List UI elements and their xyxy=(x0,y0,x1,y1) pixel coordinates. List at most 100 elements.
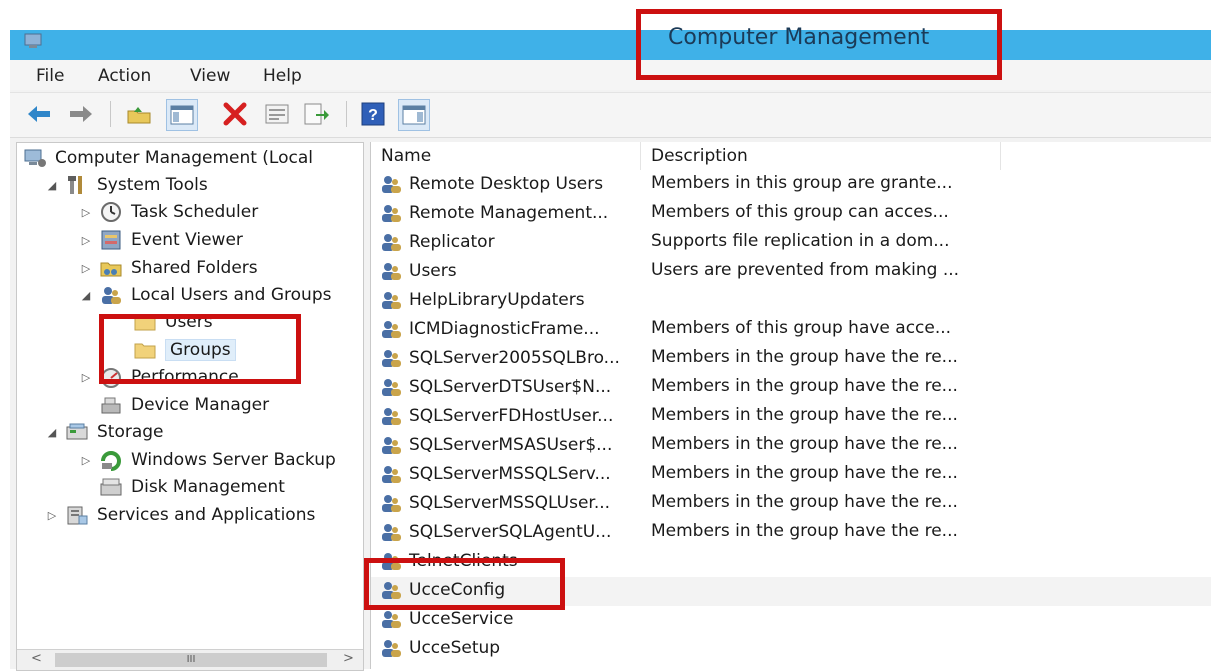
table-row[interactable]: Users Users are prevented from making ... xyxy=(371,258,1211,287)
tree-item-disk-management[interactable]: Disk Management xyxy=(99,474,285,500)
expand-arrow-icon[interactable]: ▷ xyxy=(45,509,59,522)
cell-description: Members of this group can acces... xyxy=(651,202,949,222)
table-row[interactable]: ICMDiagnosticFrame... Members of this gro… xyxy=(371,316,1211,345)
tree-item-shared-folders[interactable]: ▷ Shared Folders xyxy=(79,255,258,281)
forward-button[interactable] xyxy=(66,99,96,129)
tree-item-services-and-applications[interactable]: ▷ Services and Applications xyxy=(45,502,316,528)
up-folder-icon xyxy=(127,107,151,124)
highlight-box-title xyxy=(636,9,1002,80)
scroll-right-arrow[interactable]: > xyxy=(343,651,354,666)
cell-name: SQLServerSQLAgentU... xyxy=(379,521,641,543)
cell-name: SQLServerDTSUser$N... xyxy=(379,376,641,398)
event-viewer-icon xyxy=(99,229,123,251)
collapse-arrow-icon[interactable]: ◢ xyxy=(79,289,93,302)
computer-management-window: Computer Management File Action View Hel… xyxy=(10,9,1211,671)
desktop-edge xyxy=(0,0,10,669)
tree-label: Services and Applications xyxy=(97,505,316,525)
menu-view[interactable]: View xyxy=(190,66,230,86)
cell-name: HelpLibraryUpdaters xyxy=(379,289,641,311)
column-header-description[interactable]: Description xyxy=(641,142,1001,170)
group-name: SQLServerMSSQLServ... xyxy=(409,464,611,484)
toolbar-separator xyxy=(110,101,111,127)
export-list-icon xyxy=(304,103,329,125)
show-hide-action-pane-button[interactable] xyxy=(398,99,430,131)
delete-button[interactable] xyxy=(220,99,250,129)
cell-name: UcceService xyxy=(379,608,641,630)
expand-arrow-icon[interactable]: ▷ xyxy=(79,206,93,219)
tree-item-event-viewer[interactable]: ▷ Event Viewer xyxy=(79,227,243,253)
cell-description: Users are prevented from making ... xyxy=(651,260,960,280)
table-row[interactable]: Remote Desktop Users Members in this grou… xyxy=(371,171,1211,200)
help-button[interactable]: ? xyxy=(358,99,388,129)
table-row[interactable]: SQLServerMSSQLUser... Members in the grou… xyxy=(371,490,1211,519)
table-row[interactable]: SQLServerDTSUser$N... Members in the grou… xyxy=(371,374,1211,403)
storage-icon xyxy=(65,421,89,443)
table-row[interactable]: SQLServerSQLAgentU... Members in the grou… xyxy=(371,519,1211,548)
cell-name: UcceSetup xyxy=(379,637,641,659)
expand-arrow-icon[interactable]: ▷ xyxy=(79,234,93,247)
scroll-left-arrow[interactable]: < xyxy=(31,651,42,666)
back-button[interactable] xyxy=(24,99,54,129)
menu-help[interactable]: Help xyxy=(263,66,302,86)
cell-name: Replicator xyxy=(379,231,641,253)
group-name: SQLServerSQLAgentU... xyxy=(409,522,612,542)
backup-icon xyxy=(99,449,123,471)
tree-item-system-tools[interactable]: ◢ System Tools xyxy=(45,172,208,198)
tree-item-storage[interactable]: ◢ Storage xyxy=(45,419,164,445)
tree-item-computer-management[interactable]: Computer Management (Local xyxy=(23,145,313,171)
menu-action[interactable]: Action xyxy=(98,66,151,86)
export-list-button[interactable] xyxy=(302,99,332,129)
table-row[interactable]: SQLServerMSSQLServ... Members in the grou… xyxy=(371,461,1211,490)
group-name: Users xyxy=(409,261,457,281)
tree-item-local-users-and-groups[interactable]: ◢ Local Users and Groups xyxy=(79,282,332,308)
highlight-box-groups xyxy=(99,314,301,384)
collapse-arrow-icon[interactable]: ◢ xyxy=(45,179,59,192)
tree-item-task-scheduler[interactable]: ▷ Task Scheduler xyxy=(79,199,258,225)
up-one-level-button[interactable] xyxy=(124,99,154,129)
clock-icon xyxy=(99,201,123,223)
tree-horizontal-scrollbar[interactable]: < III > xyxy=(17,649,363,670)
expand-arrow-icon[interactable]: ▷ xyxy=(79,454,93,467)
tree-item-device-manager[interactable]: Device Manager xyxy=(99,392,269,418)
expand-arrow-icon[interactable]: ▷ xyxy=(79,371,93,384)
group-name: Replicator xyxy=(409,232,495,252)
cell-description: Members in the group have the re... xyxy=(651,376,958,396)
services-icon xyxy=(65,504,89,526)
group-icon xyxy=(379,405,409,427)
table-row[interactable]: SQLServer2005SQLBro... Members in the gro… xyxy=(371,345,1211,374)
tree-item-windows-server-backup[interactable]: ▷ Windows Server Backup xyxy=(79,447,336,473)
collapse-arrow-icon[interactable]: ◢ xyxy=(45,426,59,439)
table-row[interactable]: Remote Management... Members of this grou… xyxy=(371,200,1211,229)
group-name: SQLServer2005SQLBro... xyxy=(409,348,620,368)
svg-text:?: ? xyxy=(368,107,378,124)
group-name: UcceSetup xyxy=(409,638,501,658)
tree-label: Computer Management (Local xyxy=(55,148,313,168)
properties-button[interactable] xyxy=(262,99,292,129)
cell-description: Members in the group have the re... xyxy=(651,434,958,454)
table-row[interactable]: Replicator Supports file replication in a… xyxy=(371,229,1211,258)
table-row[interactable]: SQLServerFDHostUser... Members in the gro… xyxy=(371,403,1211,432)
scrollbar-thumb[interactable]: III xyxy=(55,653,327,667)
cell-description: Members in this group are grante... xyxy=(651,173,953,193)
menu-file[interactable]: File xyxy=(36,66,64,86)
tree-label: System Tools xyxy=(97,175,208,195)
toolbar-separator xyxy=(346,101,347,127)
column-header-name[interactable]: Name xyxy=(371,142,641,170)
group-icon xyxy=(379,173,409,195)
cell-name: Remote Management... xyxy=(379,202,641,224)
group-icon xyxy=(379,231,409,253)
expand-arrow-icon[interactable]: ▷ xyxy=(79,262,93,275)
group-icon xyxy=(379,434,409,456)
scrollbar-thumb-grip: III xyxy=(186,654,196,665)
show-hide-console-tree-button[interactable] xyxy=(166,99,198,131)
table-row[interactable]: UcceService xyxy=(371,606,1211,635)
cell-name: SQLServerMSSQLUser... xyxy=(379,492,641,514)
console-tree[interactable]: Computer Management (Local ◢ System Tool… xyxy=(16,142,364,671)
table-row[interactable]: UcceSetup xyxy=(371,635,1211,664)
table-row[interactable]: SQLServerMSASUser$... Members in the grou… xyxy=(371,432,1211,461)
title-bar[interactable]: Computer Management xyxy=(10,25,1211,60)
forward-arrow-icon xyxy=(70,106,92,122)
group-icon xyxy=(379,202,409,224)
tree-label: Device Manager xyxy=(131,395,270,415)
table-row[interactable]: HelpLibraryUpdaters xyxy=(371,287,1211,316)
